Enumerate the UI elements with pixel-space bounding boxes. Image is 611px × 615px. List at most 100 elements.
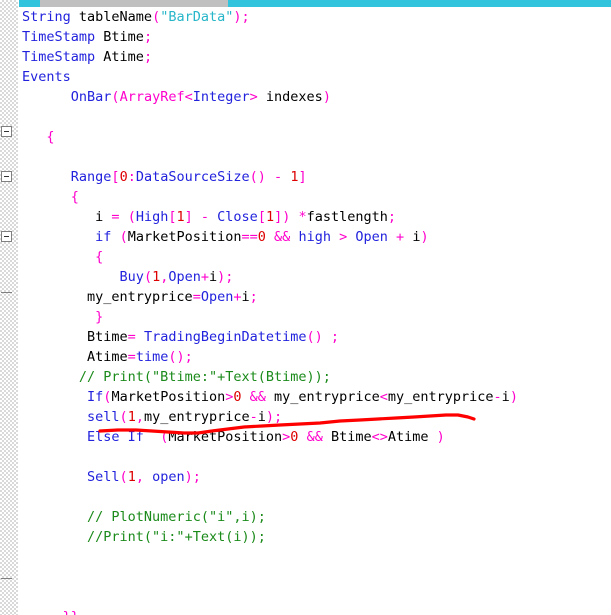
code-token: <> [371, 429, 388, 445]
code-line[interactable]: { [22, 247, 611, 267]
fold-region-end-line [1, 578, 12, 579]
code-token: MarketPosition [111, 389, 226, 405]
code-line[interactable]: { [22, 187, 611, 207]
code-line[interactable]: my_entryprice=Open+i; [22, 287, 611, 307]
code-token: TimeStamp [22, 29, 96, 45]
code-line[interactable]: if (MarketPosition==0 && high > Open + i… [22, 227, 611, 247]
code-token: Sell [87, 469, 120, 485]
code-line[interactable] [22, 447, 611, 467]
code-token: sell [87, 409, 120, 425]
code-token: TradingBeginDatetime [143, 329, 307, 345]
code-token: { [46, 129, 55, 145]
code-token: High [135, 209, 169, 225]
code-token: - [274, 169, 283, 185]
code-line[interactable]: }} [22, 607, 611, 615]
fold-collapse-box[interactable] [1, 126, 12, 137]
code-token: fastlength [306, 209, 388, 225]
code-token: Integer [192, 89, 250, 105]
code-line[interactable]: Buy(1,Open+i); [22, 267, 611, 287]
code-line[interactable]: TimeStamp Atime; [22, 47, 611, 67]
code-line[interactable]: Sell(1, open); [22, 467, 611, 487]
code-token: + [396, 229, 405, 245]
code-token: ] [298, 169, 307, 185]
code-line[interactable] [22, 147, 611, 167]
horizontal-scrollbar[interactable] [18, 0, 611, 7]
code-line[interactable]: Events [22, 67, 611, 87]
code-token: () ; [306, 329, 340, 345]
code-editor-window[interactable]: String tableName("BarData"); TimeStamp Bt… [0, 0, 611, 615]
code-token: ] [184, 209, 201, 225]
code-token: ( [111, 89, 120, 105]
code-line[interactable]: TimeStamp Btime; [22, 27, 611, 47]
code-token: TimeStamp [22, 49, 96, 65]
code-token: ; [143, 49, 153, 65]
source-code-text[interactable]: String tableName("BarData"); TimeStamp Bt… [22, 7, 611, 615]
code-token: DataSourceSize [135, 169, 250, 185]
code-token: my_entryprice [143, 409, 250, 425]
code-line[interactable]: // PlotNumeric("i",i); [22, 507, 611, 527]
code-token: [ [111, 169, 120, 185]
code-token: Atime [95, 49, 144, 65]
code-token: , [135, 469, 153, 485]
code-token: { [70, 189, 79, 205]
code-token: 1 [152, 269, 161, 285]
code-line[interactable] [22, 107, 611, 127]
code-line[interactable]: Btime= TradingBeginDatetime() ; [22, 327, 611, 347]
code-token: && [274, 229, 291, 245]
code-token: Events [22, 69, 71, 85]
code-line[interactable]: { [22, 127, 611, 147]
editor-gutter[interactable] [0, 0, 18, 615]
code-line[interactable]: OnBar(ArrayRef<Integer> indexes) [22, 87, 611, 107]
code-line[interactable]: i = (High[1] - Close[1]) *fastlength; [22, 207, 611, 227]
code-line[interactable] [22, 547, 611, 567]
horizontal-scrollbar-thumb[interactable] [40, 0, 228, 7]
code-token: ); [184, 469, 201, 485]
code-line[interactable]: String tableName("BarData"); [22, 7, 611, 27]
code-line[interactable]: Atime=time(); [22, 347, 611, 367]
code-token: OnBar [70, 89, 112, 105]
code-token: 1 [127, 409, 136, 425]
code-line[interactable]: // Print("Btime:"+Text(Btime)); [22, 367, 611, 387]
code-token: ArrayRef [119, 89, 185, 105]
code-line[interactable]: If(MarketPosition>0 && my_entryprice<my_… [22, 387, 611, 407]
code-token: high [298, 229, 331, 245]
gutter-divider [18, 0, 19, 615]
code-token: (); [168, 349, 193, 365]
code-token: MarketPosition [127, 229, 242, 245]
fold-collapse-box[interactable] [1, 171, 12, 182]
code-line[interactable] [22, 567, 611, 587]
code-token: i [404, 229, 421, 245]
fold-collapse-box[interactable] [1, 231, 12, 242]
code-line[interactable]: sell(1,my_entryprice-i); [22, 407, 611, 427]
code-token: == [241, 229, 258, 245]
code-token: ) [420, 229, 429, 245]
code-token: my_entryprice [22, 289, 193, 305]
code-token: - [493, 389, 502, 405]
code-token: ( [143, 269, 153, 285]
code-line[interactable] [22, 587, 611, 607]
code-line[interactable]: Else If (MarketPosition>0 && Btime<>Atim… [22, 427, 611, 447]
code-token: ( [119, 229, 128, 245]
code-line[interactable]: Range[0:DataSourceSize() - 1] [22, 167, 611, 187]
code-line[interactable]: //Print("i:"+Text(i)); [22, 527, 611, 547]
code-line[interactable] [22, 487, 611, 507]
code-line[interactable]: } [22, 307, 611, 327]
code-token: - [249, 409, 258, 425]
code-token: ( [152, 9, 161, 25]
code-token: = [127, 349, 136, 365]
